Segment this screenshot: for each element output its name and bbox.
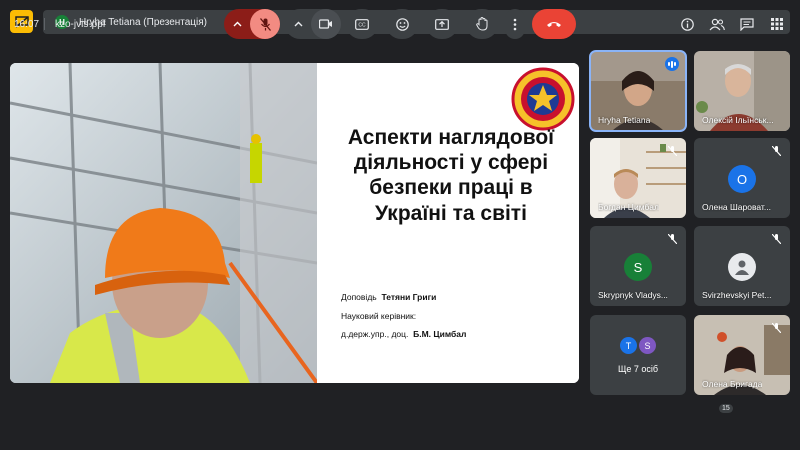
participant-name: Svirzhevskyi Pet... <box>702 290 772 300</box>
people-icon[interactable] <box>709 16 725 32</box>
participant-tile[interactable]: Svirzhevskyi Pet... <box>694 226 790 306</box>
more-options-button[interactable] <box>505 9 525 39</box>
speaking-indicator-icon <box>665 57 679 71</box>
slide-title: Аспекти наглядової діяльності у сфері бе… <box>347 126 555 225</box>
mic-control-group <box>224 9 280 39</box>
meet-window: H Hryha Tetiana (Презентація) Аспекти на… <box>0 0 800 450</box>
captions-icon: CC <box>355 18 369 30</box>
mic-off-icon[interactable] <box>250 9 280 39</box>
more-avatars: T S <box>620 337 656 354</box>
participant-tile[interactable]: Богдан Цимбал <box>590 138 686 218</box>
more-avatar: S <box>639 337 656 354</box>
logo-emblem <box>511 67 575 131</box>
end-call-icon <box>547 22 561 27</box>
mic-off-icon <box>769 321 783 335</box>
clock: 16:07 <box>14 19 40 30</box>
more-vert-icon <box>513 18 517 30</box>
report-prefix: Доповідь <box>341 292 377 302</box>
participant-name: Олена Бригада <box>702 379 763 389</box>
participant-tile[interactable]: O Олена Шароват... <box>694 138 790 218</box>
present-screen-icon <box>435 18 449 30</box>
end-call-button[interactable] <box>532 9 576 39</box>
report-author: Тетяни Григи <box>381 292 437 302</box>
participant-name: Skrypnyk Vladys... <box>598 290 668 300</box>
present-screen-button[interactable] <box>426 9 458 39</box>
participant-avatar: O <box>728 165 756 193</box>
raise-hand-icon <box>476 17 488 31</box>
more-avatar: T <box>620 337 637 354</box>
chat-icon[interactable] <box>739 16 755 32</box>
svg-text:CC: CC <box>358 22 366 28</box>
slide-line-supervisor: д.держ.упр., доц. Б.М. Цимбал <box>341 329 466 339</box>
participant-name: Hryha Tetiana <box>598 115 651 125</box>
participant-tile[interactable]: Олексій Ільїнськ... <box>694 51 790 131</box>
more-participants-tile[interactable]: T S Ще 7 осіб <box>590 315 686 395</box>
divider <box>44 18 45 30</box>
mic-off-icon <box>769 144 783 158</box>
captions-button[interactable]: CC <box>346 9 378 39</box>
mic-off-icon <box>769 232 783 246</box>
generic-user-icon <box>728 253 756 281</box>
more-participants-label: Ще 7 осіб <box>617 364 659 374</box>
participant-avatar: S <box>624 253 652 281</box>
people-count-badge: 15 <box>719 404 733 413</box>
camera-icon[interactable] <box>311 9 341 39</box>
slide-content: Аспекти наглядової діяльності у сфері бе… <box>317 63 579 383</box>
chevron-up-icon[interactable] <box>285 21 311 27</box>
meeting-code[interactable]: kzo-jvis-ppf <box>55 19 106 30</box>
emoji-button[interactable] <box>386 9 418 39</box>
emoji-icon <box>395 17 409 31</box>
participant-name: Олена Шароват... <box>702 202 771 212</box>
mic-off-icon <box>665 232 679 246</box>
presentation-stage[interactable]: Аспекти наглядової діяльності у сфері бе… <box>10 63 579 383</box>
info-icon[interactable] <box>679 16 695 32</box>
activities-icon[interactable] <box>769 16 785 32</box>
supervisor-degree: д.держ.упр., доц. <box>341 329 409 339</box>
chevron-up-icon[interactable] <box>224 21 250 27</box>
slide-line-supervisor-label: Науковий керівник: <box>341 311 417 321</box>
participant-name: Богдан Цимбал <box>598 202 659 212</box>
supervisor-name: Б.М. Цимбал <box>413 329 467 339</box>
participant-name: Олексій Ільїнськ... <box>702 115 774 125</box>
mic-off-icon <box>665 144 679 158</box>
slide-photo-worker <box>10 63 317 383</box>
raise-hand-button[interactable] <box>466 9 498 39</box>
participant-tile[interactable]: Hryha Tetiana <box>589 50 687 132</box>
camera-control-group <box>285 9 341 39</box>
slide-line-report: Доповідь Тетяни Григи <box>341 292 436 302</box>
participant-tile[interactable]: Олена Бригада <box>694 315 790 395</box>
participant-tile[interactable]: S Skrypnyk Vladys... <box>590 226 686 306</box>
